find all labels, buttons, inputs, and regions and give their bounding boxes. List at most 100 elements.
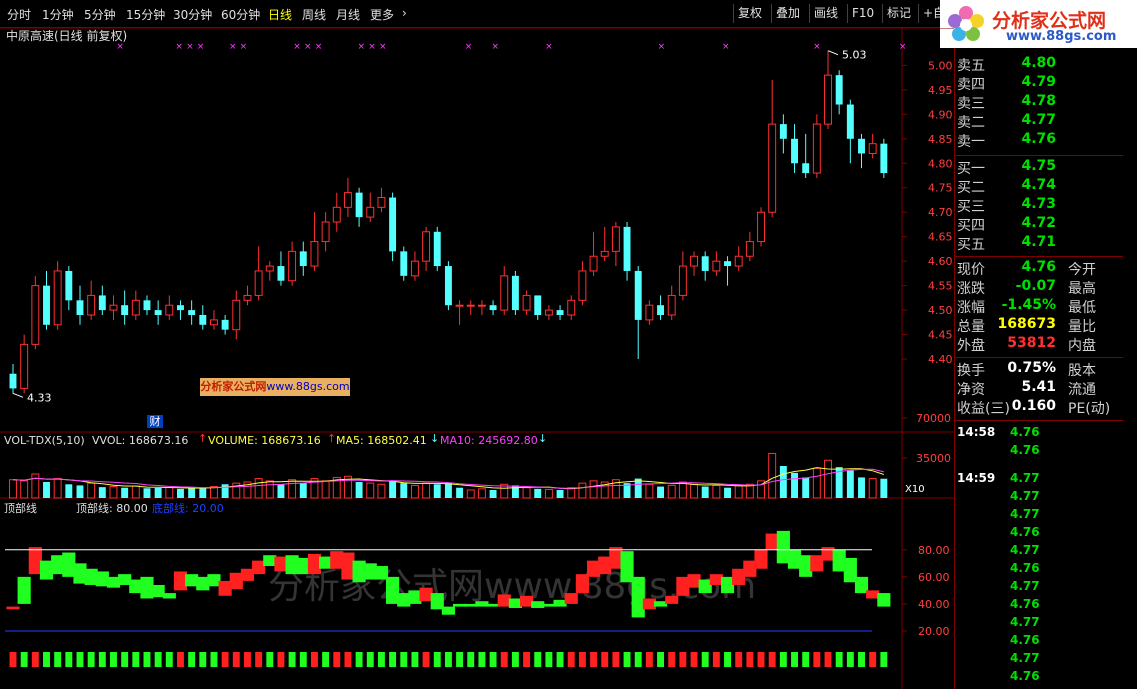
ind-tick-label: 40.00	[918, 598, 950, 611]
tab-60min[interactable]: 60分钟	[221, 6, 260, 23]
candle-body	[277, 266, 285, 281]
fuquan-button[interactable]: 复权	[733, 4, 766, 23]
biaoji-button[interactable]: 标记	[882, 4, 915, 23]
volume-bar	[701, 486, 709, 498]
sell-row-label: 卖一	[957, 134, 985, 150]
volume-bar	[880, 478, 888, 498]
signal-bar	[366, 652, 374, 667]
signal-bar	[791, 652, 798, 667]
candle-body	[53, 270, 62, 326]
buy-row: 买三 4.73	[955, 195, 1137, 215]
tab-daily[interactable]: 日线	[268, 6, 292, 23]
tick-row: 4.77	[955, 488, 1137, 506]
signal-bar	[221, 652, 229, 667]
indicator-title: 顶部线	[4, 501, 37, 515]
tick-price: 4.77	[1010, 543, 1040, 557]
volume-bar	[858, 477, 865, 498]
buy-row-value: 4.72	[1021, 215, 1056, 231]
event-marker-icon: ×	[492, 42, 500, 52]
buy-row: 买一 4.75	[955, 157, 1137, 177]
volume-bar	[366, 482, 375, 499]
tick-price: 4.76	[1010, 669, 1040, 683]
tab-more[interactable]: 更多	[370, 6, 394, 23]
high-label: 5.03	[842, 49, 867, 62]
volume-bar	[422, 482, 431, 499]
tab-monthly[interactable]: 月线	[336, 6, 360, 23]
tab-weekly[interactable]: 周线	[302, 6, 326, 23]
volume-bar	[221, 484, 229, 498]
signal-bar	[210, 652, 218, 667]
candle-body	[321, 221, 330, 243]
cai-label: 财	[150, 414, 161, 428]
candle-body	[544, 309, 553, 316]
tab-15min[interactable]: 15分钟	[126, 6, 165, 23]
f10-button[interactable]: F10	[847, 4, 878, 23]
stat2-row-value: 0.75%	[1007, 360, 1056, 376]
quote-separator	[955, 420, 1123, 421]
buy-row-label: 买一	[957, 161, 985, 177]
volume-bar	[690, 483, 698, 499]
kline-chart[interactable]: 中原高速(日线 前复权) × × × × × × × × × × × × × × × × × × × 5.004.9…	[0, 28, 954, 689]
candle-body	[578, 270, 587, 301]
volume-bar	[578, 482, 587, 499]
volume-bar	[802, 477, 810, 498]
candle-body	[623, 226, 631, 271]
volume-bar	[65, 484, 73, 498]
signal-bar	[389, 652, 397, 667]
signal-bar	[456, 652, 464, 667]
candle-body	[121, 305, 129, 315]
signal-bar	[578, 652, 586, 667]
buy-row: 买五 4.71	[955, 233, 1137, 253]
candle-body	[455, 304, 464, 307]
signal-bar	[467, 652, 475, 667]
event-marker-icon: ×	[722, 42, 730, 52]
candle-body	[98, 295, 106, 311]
indicator-block	[631, 576, 645, 618]
volume-bar	[400, 483, 408, 498]
huaxian-button[interactable]: 画线	[809, 4, 842, 23]
more-chevron-icon[interactable]: ›	[402, 6, 407, 20]
candle-body	[254, 270, 263, 296]
site-banner[interactable]: 分析家公式网www.88gs.com	[200, 378, 350, 396]
sell-row-value: 4.77	[1021, 112, 1056, 128]
tick-row: 4.77	[955, 650, 1137, 668]
signal-bar	[255, 652, 263, 667]
candle-body	[9, 373, 17, 389]
sell-row-label: 卖三	[957, 96, 985, 112]
candlestick-series: × × × × × × × × × × × × × × × × × × ×	[9, 42, 906, 394]
candle-body	[600, 250, 609, 257]
stat-row-value: 168673	[997, 316, 1056, 332]
candle-body	[489, 305, 497, 311]
signal-bar	[634, 652, 642, 667]
tab-30min[interactable]: 30分钟	[173, 6, 212, 23]
price-tick-label: 4.65	[928, 231, 953, 244]
volume-bar	[734, 484, 743, 499]
buy-row-label: 买四	[957, 218, 985, 234]
candle-body	[701, 256, 709, 271]
price-tick-label: 4.80	[928, 157, 953, 170]
volume-bar	[131, 485, 140, 499]
tick-price: 4.77	[1010, 615, 1040, 629]
event-marker-icon: ×	[545, 42, 553, 52]
candle-body	[779, 124, 787, 139]
signal-bar	[310, 652, 318, 667]
signal-bar	[523, 652, 531, 667]
tab-5min[interactable]: 5分钟	[84, 6, 116, 23]
candle-body	[310, 241, 319, 267]
stat2-row: 换手 0.75% 股本	[955, 359, 1137, 379]
signal-bar	[668, 652, 676, 667]
candle-body	[678, 265, 687, 296]
diejia-button[interactable]: 叠加	[771, 4, 804, 23]
candle-body	[589, 255, 598, 272]
signal-bar	[813, 652, 821, 667]
signal-bar	[9, 652, 17, 667]
signal-bar	[478, 652, 486, 667]
indicator-series: 顶部线 顶部线: 80.00 底部线: 20.00 80.00 60.00 40.00 20…	[4, 501, 950, 667]
tab-1min[interactable]: 1分钟	[42, 6, 74, 23]
volume-bar	[544, 488, 553, 499]
tab-fenshi[interactable]: 分时	[7, 6, 31, 23]
event-marker-icon: ×	[658, 42, 666, 52]
vol-unit-label: X10	[905, 484, 925, 495]
signal-bar	[590, 652, 598, 667]
candle-body	[734, 255, 743, 267]
